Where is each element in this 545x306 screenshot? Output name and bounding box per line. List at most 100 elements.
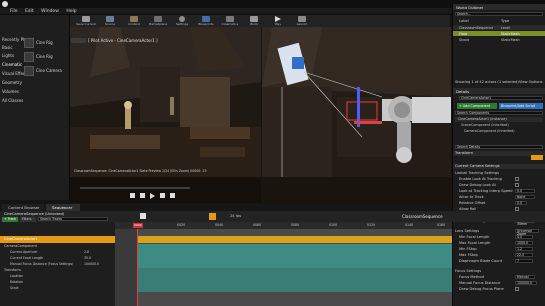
track-row[interactable]: Current Aperture bbox=[10, 250, 37, 254]
transform-track-bar[interactable] bbox=[137, 268, 452, 292]
play-icon[interactable] bbox=[150, 193, 155, 199]
step-back-icon[interactable] bbox=[140, 193, 145, 198]
marketplace-button[interactable]: Marketplace bbox=[148, 16, 168, 27]
outliner-row-selected[interactable]: Floor StaticMesh bbox=[453, 31, 545, 36]
blueprints-button[interactable]: Blueprints bbox=[196, 16, 216, 27]
track-row[interactable]: CameraComponent bbox=[4, 244, 37, 248]
outliner-search-input[interactable]: Search... bbox=[455, 12, 543, 16]
min-fstop-field[interactable]: 1.2 bbox=[515, 247, 533, 251]
max-fstop-field[interactable]: 22.0 bbox=[515, 253, 533, 257]
sequencer-timeline[interactable]: 0 0020 0040 0060 0080 0100 0120 0140 016… bbox=[115, 222, 452, 306]
details-search-input[interactable]: Search Details bbox=[455, 145, 543, 149]
tab-sequencer[interactable]: Sequencer bbox=[46, 204, 80, 211]
right-panel: World Outliner Search... Label Type Clas… bbox=[452, 4, 545, 306]
manual-focus-field[interactable]: 100000.0 bbox=[515, 281, 537, 285]
actor-name-field[interactable]: CineCameraActor1 bbox=[459, 96, 543, 100]
outliner-row[interactable]: ClassroomSequence Level bbox=[453, 25, 545, 30]
fast-forward-icon[interactable] bbox=[170, 193, 175, 198]
draw-debug-checkbox[interactable] bbox=[515, 183, 519, 187]
viewport-options-button[interactable] bbox=[71, 38, 86, 43]
track-value[interactable]: 35.0 bbox=[84, 256, 91, 260]
add-component-button[interactable]: + Add Component bbox=[457, 103, 497, 109]
step-forward-icon[interactable] bbox=[160, 193, 165, 198]
tab-content-browser[interactable]: Content Browser bbox=[2, 204, 44, 211]
outliner-col-type[interactable]: Type bbox=[501, 19, 509, 23]
classroom-scene-right bbox=[262, 27, 451, 210]
category-all-classes[interactable]: All Classes bbox=[2, 98, 23, 103]
section-camera-settings[interactable]: Current Camera Settings bbox=[453, 164, 545, 169]
track-row[interactable]: Current Focal Length bbox=[10, 256, 43, 260]
track-search-input[interactable]: Search Tracks bbox=[38, 217, 108, 221]
build-button[interactable]: Build bbox=[244, 16, 264, 27]
track-row[interactable]: Transform bbox=[4, 268, 21, 272]
category-lights[interactable]: Lights bbox=[2, 53, 14, 58]
components-search-input[interactable]: Search Components bbox=[455, 111, 543, 115]
content-button[interactable]: Content bbox=[124, 16, 144, 27]
menu-edit[interactable]: Edit bbox=[25, 8, 34, 15]
perspective-viewport[interactable] bbox=[262, 27, 451, 210]
sequencer-breadcrumb: CineCameraSequence (Unlocked) bbox=[4, 212, 65, 216]
timeline-ruler[interactable]: 0 0020 0040 0060 0080 0100 0120 0140 016… bbox=[115, 222, 452, 229]
interp-speed-field[interactable]: 0.0 bbox=[515, 189, 535, 193]
main-toolbar: Save Current Source Control Content Mark… bbox=[70, 15, 450, 30]
ruler-tick: 0140 bbox=[405, 223, 414, 227]
snap-toggle-button[interactable] bbox=[209, 213, 216, 220]
component-row[interactable]: SceneComponent (Inherited) bbox=[455, 123, 543, 128]
blade-count-field[interactable]: 7 bbox=[515, 259, 533, 263]
menu-help[interactable]: Help bbox=[66, 8, 76, 15]
camera-actor-track-bar[interactable] bbox=[137, 236, 452, 243]
cinematics-button[interactable]: Cinematics bbox=[220, 16, 240, 27]
component-row[interactable]: CameraComponent (Inherited) bbox=[455, 129, 543, 134]
fps-selector[interactable]: 24 fps bbox=[230, 214, 241, 218]
focus-method-select[interactable]: Manual bbox=[515, 275, 535, 279]
relative-offset-field[interactable]: 0.0 bbox=[515, 201, 527, 205]
rig-icon bbox=[24, 52, 34, 62]
sequencer-toolbar: CineCameraSequence (Unlocked) + Track Fi… bbox=[0, 211, 545, 222]
outliner-col-label[interactable]: Label bbox=[459, 19, 469, 23]
outliner-footer: Showing 1 of 42 actors (1 selected) bbox=[455, 80, 519, 84]
max-focal-field[interactable]: 1000.0 bbox=[515, 241, 533, 245]
track-row[interactable]: Location bbox=[10, 274, 23, 278]
rig-icon bbox=[24, 38, 34, 48]
component-row[interactable]: CineCameraActor1 (Instance) bbox=[455, 117, 543, 122]
play-button[interactable]: Play bbox=[268, 16, 288, 27]
enable-look-at-checkbox[interactable] bbox=[515, 177, 519, 181]
place-item-cine-rig[interactable]: Cine Rig bbox=[24, 37, 69, 49]
playhead-label[interactable]: 0000 bbox=[133, 223, 143, 228]
track-row-camera-actor[interactable]: CineCameraActor1 bbox=[0, 236, 115, 243]
rewind-icon[interactable] bbox=[130, 193, 135, 198]
category-geometry[interactable]: Geometry bbox=[2, 80, 22, 85]
playhead[interactable] bbox=[137, 229, 138, 306]
category-cinematic[interactable]: Cinematic bbox=[2, 62, 22, 67]
actor-to-track-field[interactable]: None bbox=[515, 195, 535, 199]
menu-window[interactable]: Window bbox=[41, 8, 59, 15]
debug-focus-checkbox[interactable] bbox=[515, 287, 519, 291]
track-value[interactable]: 2.8 bbox=[84, 250, 89, 254]
track-row[interactable]: Rotation bbox=[10, 280, 23, 284]
blueprint-script-button[interactable]: Blueprint/Add Script bbox=[499, 103, 543, 109]
category-basic[interactable]: Basic bbox=[2, 45, 13, 50]
track-value[interactable]: 100000.0 bbox=[84, 262, 99, 266]
source-control-button[interactable]: Source Control bbox=[100, 16, 120, 30]
outliner-row[interactable]: Stools StaticMesh bbox=[453, 37, 545, 42]
camera-icon bbox=[24, 66, 34, 76]
place-item-cine-camera[interactable]: Cine Camera bbox=[24, 65, 69, 77]
save-button[interactable]: Save Current bbox=[76, 16, 96, 27]
view-options-button[interactable]: View Options bbox=[519, 80, 543, 84]
launch-button[interactable]: Launch bbox=[292, 16, 312, 27]
track-row[interactable]: Scale bbox=[10, 286, 19, 290]
category-volumes[interactable]: Volumes bbox=[2, 89, 19, 94]
ue-logo-icon bbox=[2, 1, 8, 7]
sequence-name: ClassroomSequence bbox=[402, 214, 443, 219]
place-item-cine-rig-2[interactable]: Cine Rig bbox=[24, 51, 69, 63]
lens-preset-select[interactable]: Universal Zoom bbox=[515, 229, 539, 236]
min-focal-field[interactable]: 4.0 bbox=[515, 235, 533, 239]
track-row[interactable]: Manual Focus Distance (Focus Settings) bbox=[10, 262, 82, 266]
settings-button[interactable]: Settings bbox=[172, 16, 192, 27]
play-icon[interactable] bbox=[140, 213, 146, 219]
details-title: Details bbox=[456, 88, 470, 94]
pilot-viewport[interactable]: [ Pilot Active - CineCameraActor1 ] Clas… bbox=[70, 27, 261, 203]
transform-mode-button[interactable] bbox=[531, 155, 543, 160]
menu-file[interactable]: File bbox=[10, 8, 18, 15]
camera-component-track-bar[interactable] bbox=[137, 244, 452, 268]
